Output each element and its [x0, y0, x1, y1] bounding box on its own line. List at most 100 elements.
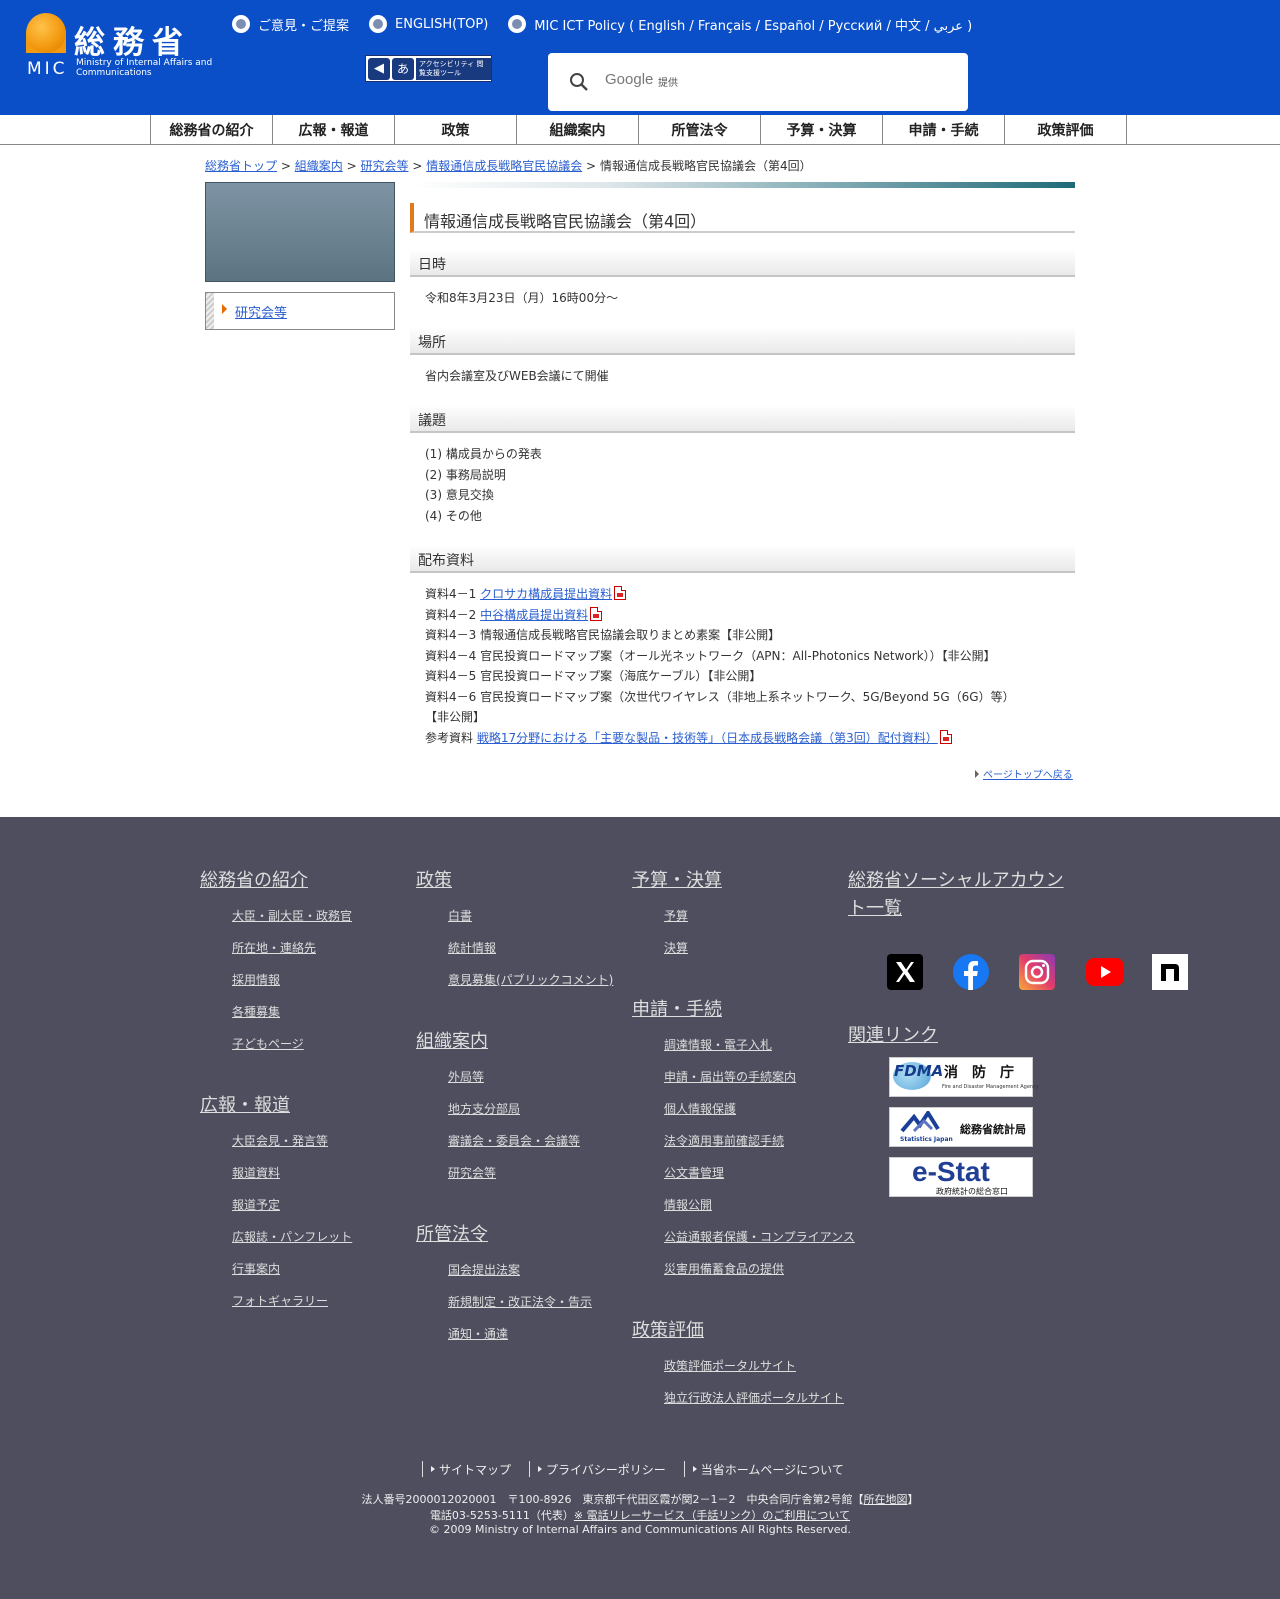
search-provided-label: 提供 [658, 78, 678, 89]
footer-link[interactable]: フォトギャラリー [232, 1292, 328, 1309]
footer-link[interactable]: 公文書管理 [664, 1164, 724, 1181]
gnav-press[interactable]: 広報・報道 [273, 115, 395, 145]
footer-head-press[interactable]: 広報・報道 [200, 1092, 290, 1120]
section-heading-text: 配布資料 [418, 553, 474, 569]
breadcrumb-top[interactable]: 総務省トップ [205, 159, 277, 173]
arrow-right-icon [692, 1466, 697, 1472]
material-prefix: 参考資料 [425, 730, 477, 745]
breadcrumb-organization[interactable]: 組織案内 [295, 159, 343, 173]
gnav-organization[interactable]: 組織案内 [517, 115, 639, 145]
footer-link[interactable]: 広報誌・パンフレット [232, 1228, 352, 1245]
footer-link[interactable]: 災害用備蓄食品の提供 [664, 1260, 784, 1277]
gnav-budget[interactable]: 予算・決算 [761, 115, 883, 145]
footer-head-evaluation[interactable]: 政策評価 [632, 1317, 704, 1345]
toplink-english[interactable]: ENGLISH(TOP) [369, 14, 488, 34]
footer-link[interactable]: 大臣会見・発言等 [232, 1132, 328, 1149]
relay-service-link[interactable]: ※ 電話リレーサービス（手話リンク）のご利用について [574, 1509, 850, 1522]
place-text: 省内会議室及びWEB会議にて開催 [425, 369, 609, 383]
footer-link[interactable]: 報道資料 [232, 1164, 280, 1181]
mic-logo[interactable]: 総務省 MIC Ministry of Internal Affairs and… [26, 13, 216, 83]
footer-link[interactable]: 申請・届出等の手続案内 [664, 1068, 796, 1085]
footer-head-budget[interactable]: 予算・決算 [632, 867, 722, 895]
footer-link[interactable]: 予算 [664, 907, 688, 924]
footer-head-applications[interactable]: 申請・手続 [632, 996, 722, 1024]
stat-bureau-banner[interactable]: 総務省統計局 Statistics Japan [889, 1107, 1033, 1147]
footer-link[interactable]: 大臣・副大臣・政務官 [232, 907, 352, 924]
breadcrumb-study-groups[interactable]: 研究会等 [360, 159, 408, 173]
sidebar-item-study-groups[interactable]: 研究会等 [205, 292, 395, 330]
footer-link[interactable]: 所在地・連絡先 [232, 939, 316, 956]
facebook-icon[interactable] [953, 954, 989, 990]
section-heading-place: 場所 [410, 327, 1075, 355]
gnav-evaluation[interactable]: 政策評価 [1005, 115, 1127, 145]
instagram-icon[interactable] [1019, 954, 1055, 990]
phone-text: 電話03-5253-5111（代表） [429, 1509, 574, 1522]
map-link[interactable]: 所在地図 [863, 1493, 907, 1506]
youtube-icon[interactable] [1086, 958, 1124, 986]
material-item: 資料4－5 官民投資ロードマップ案（海底ケーブル）【非公開】 [425, 669, 762, 683]
logo-mic: MIC [27, 59, 68, 79]
footer-link[interactable]: 政策評価ポータルサイト [664, 1357, 796, 1374]
footer-link[interactable]: 国会提出法案 [448, 1261, 520, 1278]
material-item-cont: 【非公開】 [425, 710, 486, 724]
footer-link[interactable]: 独立行政法人評価ポータルサイト [664, 1389, 844, 1406]
footer-link[interactable]: 子どもページ [232, 1035, 304, 1052]
footer-link[interactable]: 白書 [448, 907, 472, 924]
material-link-nakatani[interactable]: 中谷構成員提出資料 [480, 608, 588, 622]
footer-link[interactable]: 新規制定・改正法令・告示 [448, 1293, 592, 1310]
footer-link[interactable]: 法令適用事前確認手続 [664, 1132, 784, 1149]
x-icon[interactable] [887, 954, 923, 990]
privacy-policy-link[interactable]: プライバシーポリシー [529, 1461, 684, 1477]
footer-link[interactable]: 公益通報者保護・コンプライアンス [664, 1228, 855, 1245]
footer-link[interactable]: 個人情報保護 [664, 1100, 736, 1117]
footer-link[interactable]: 各種募集 [232, 1003, 280, 1020]
footer-link[interactable]: 地方支分部局 [448, 1100, 520, 1117]
footer-head-policy[interactable]: 政策 [416, 867, 452, 895]
footer-head-about[interactable]: 総務省の紹介 [200, 867, 308, 895]
about-site-link[interactable]: 当省ホームページについて [683, 1461, 862, 1477]
footer-link[interactable]: 行事案内 [232, 1260, 280, 1277]
gnav-policy[interactable]: 政策 [395, 115, 517, 145]
accessibility-tool-button[interactable]: ◀ あ アクセシビリティ 閲覧支援ツール [365, 55, 492, 82]
agenda-item: (3) 意見交換 [425, 488, 494, 502]
material-link-kurosaka[interactable]: クロサカ構成員提出資料 [480, 587, 612, 601]
section-heading-text: 議題 [418, 413, 446, 429]
footer-head-related-links[interactable]: 関連リンク [848, 1022, 938, 1050]
footer-head-social-line2: ト一覧 [848, 898, 902, 919]
footer-link[interactable]: 調達情報・電子入札 [664, 1036, 772, 1053]
toplink-opinion[interactable]: ご意見・ご提案 [232, 14, 349, 34]
footer-link[interactable]: 統計情報 [448, 939, 496, 956]
toplink-ict-policy[interactable]: MIC ICT Policy ( English / Français / Es… [508, 14, 972, 34]
breadcrumb-council[interactable]: 情報通信成長戦略官民協議会 [426, 159, 582, 173]
sidebar-item-label[interactable]: 研究会等 [235, 302, 287, 321]
page-top-link[interactable]: ページトップへ戻る [975, 766, 1073, 781]
privacy-policy-label: プライバシーポリシー [546, 1462, 666, 1477]
section-heading-datetime: 日時 [410, 249, 1075, 277]
footer-link[interactable]: 通知・通達 [448, 1325, 508, 1342]
site-footer: 総務省の紹介 大臣・副大臣・政務官 所在地・連絡先 採用情報 各種募集 子どもペ… [0, 817, 1280, 1599]
footer-head-organization[interactable]: 組織案内 [416, 1028, 488, 1056]
page-top-label[interactable]: ページトップへ戻る [983, 770, 1073, 781]
footer-link[interactable]: 報道予定 [232, 1196, 280, 1213]
footer-link[interactable]: 意見募集(パブリックコメント) [448, 971, 613, 988]
material-item: 資料4－1 クロサカ構成員提出資料 [425, 584, 1015, 605]
footer-link[interactable]: 情報公開 [664, 1196, 712, 1213]
sitemap-link[interactable]: サイトマップ [422, 1461, 529, 1477]
footer-link[interactable]: 外局等 [448, 1068, 484, 1085]
footer-head-laws[interactable]: 所管法令 [416, 1221, 488, 1249]
gnav-laws[interactable]: 所管法令 [639, 115, 761, 145]
material-link-reference[interactable]: 戦略17分野における「主要な製品・技術等」（日本成長戦略会議（第3回）配付資料） [477, 731, 938, 745]
note-icon[interactable] [1152, 954, 1188, 990]
estat-banner[interactable]: e-Stat 政府統計の総合窓口 [889, 1156, 1033, 1197]
stat-bureau-logo-icon [900, 1111, 940, 1133]
footer-link[interactable]: 採用情報 [232, 971, 280, 988]
footer-link[interactable]: 審議会・委員会・会議等 [448, 1132, 580, 1149]
footer-link[interactable]: 研究会等 [448, 1164, 496, 1181]
footer-link[interactable]: 決算 [664, 939, 688, 956]
footer-head-social[interactable]: 総務省ソーシャルアカウン ト一覧 [848, 867, 1088, 923]
gnav-applications[interactable]: 申請・手続 [883, 115, 1005, 145]
fdma-banner[interactable]: FDMA 消 防 庁 Fire and Disaster Management … [889, 1057, 1039, 1097]
speaker-icon: ◀ [368, 57, 390, 80]
search-box[interactable]: Google 提供 [548, 53, 968, 111]
gnav-about[interactable]: 総務省の紹介 [151, 115, 273, 145]
